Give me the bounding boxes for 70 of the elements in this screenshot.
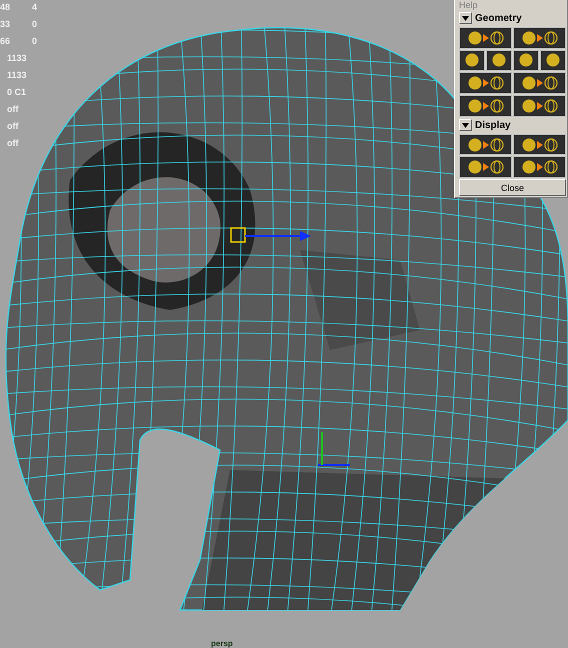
sphere-icon bbox=[522, 138, 536, 152]
tool-button[interactable] bbox=[459, 95, 512, 117]
sphere-icon bbox=[522, 30, 536, 45]
section-title: Geometry bbox=[475, 12, 522, 24]
wire-sphere-icon bbox=[544, 76, 558, 90]
arrow-icon bbox=[482, 79, 488, 88]
sphere-icon bbox=[468, 160, 482, 174]
tool-button[interactable] bbox=[459, 72, 512, 94]
wire-sphere-icon bbox=[490, 160, 504, 174]
hud-value: 1133 bbox=[7, 70, 27, 82]
wire-sphere-icon bbox=[544, 160, 558, 174]
sphere-icon bbox=[468, 138, 482, 152]
sphere-icon bbox=[465, 53, 479, 68]
sphere-icon bbox=[492, 53, 506, 68]
tool-button[interactable] bbox=[513, 26, 566, 49]
camera-label: persp bbox=[211, 639, 233, 648]
wire-sphere-icon bbox=[544, 30, 558, 45]
arrow-icon bbox=[482, 140, 488, 149]
sphere-icon bbox=[468, 98, 482, 113]
tool-button[interactable] bbox=[459, 156, 512, 178]
hud-value: 0 bbox=[32, 36, 38, 48]
sphere-icon bbox=[522, 160, 536, 174]
tool-button[interactable] bbox=[459, 134, 512, 156]
hud-value: 66 bbox=[0, 36, 12, 48]
arrow-icon bbox=[536, 163, 542, 172]
section-title: Display bbox=[475, 120, 511, 131]
tool-button[interactable] bbox=[459, 26, 512, 49]
hud-value: off bbox=[7, 138, 18, 150]
wire-sphere-icon bbox=[490, 76, 504, 90]
wire-sphere-icon bbox=[490, 98, 504, 113]
sphere-icon bbox=[519, 53, 533, 68]
sphere-icon bbox=[468, 76, 482, 90]
wire-sphere-icon bbox=[544, 98, 558, 113]
arrow-icon bbox=[536, 34, 542, 42]
sphere-icon bbox=[522, 76, 536, 90]
wire-sphere-icon bbox=[490, 30, 504, 45]
wire-sphere-icon bbox=[490, 138, 504, 152]
sphere-icon bbox=[468, 30, 482, 45]
hud-value: off bbox=[7, 121, 18, 133]
hud-value: off bbox=[7, 104, 18, 116]
arrow-icon bbox=[536, 79, 542, 88]
move-manipulator-drawing[interactable] bbox=[230, 227, 311, 243]
arrow-icon bbox=[482, 34, 488, 42]
triangle-down-icon bbox=[462, 16, 469, 21]
hud-value: 4 bbox=[32, 2, 38, 14]
tool-button[interactable] bbox=[513, 156, 566, 178]
tool-button[interactable] bbox=[513, 72, 566, 94]
tool-button[interactable] bbox=[513, 95, 566, 117]
arrow-icon bbox=[536, 140, 542, 149]
collapse-toggle[interactable] bbox=[459, 12, 472, 24]
tool-button[interactable] bbox=[486, 50, 512, 72]
arrow-icon bbox=[536, 102, 542, 110]
tool-button[interactable] bbox=[513, 134, 566, 156]
sphere-icon bbox=[522, 98, 536, 113]
tool-button[interactable] bbox=[540, 50, 566, 72]
sphere-icon bbox=[546, 53, 560, 68]
arrow-icon bbox=[482, 102, 488, 110]
hud-value: 0 C1 bbox=[7, 87, 26, 99]
arrow-icon bbox=[482, 163, 488, 172]
tool-button[interactable] bbox=[513, 50, 539, 72]
tool-button[interactable] bbox=[459, 50, 485, 72]
wire-sphere-icon bbox=[544, 138, 558, 152]
hud-value: 0 bbox=[32, 19, 38, 31]
close-button[interactable]: Close bbox=[459, 179, 566, 196]
triangle-down-icon bbox=[462, 122, 469, 128]
axis-gizmo-drawing bbox=[318, 432, 350, 466]
hud-value: 48 bbox=[0, 2, 12, 14]
hud-value: 1133 bbox=[7, 53, 27, 65]
hud-value: 33 bbox=[0, 19, 12, 31]
collapse-toggle[interactable] bbox=[459, 119, 472, 132]
